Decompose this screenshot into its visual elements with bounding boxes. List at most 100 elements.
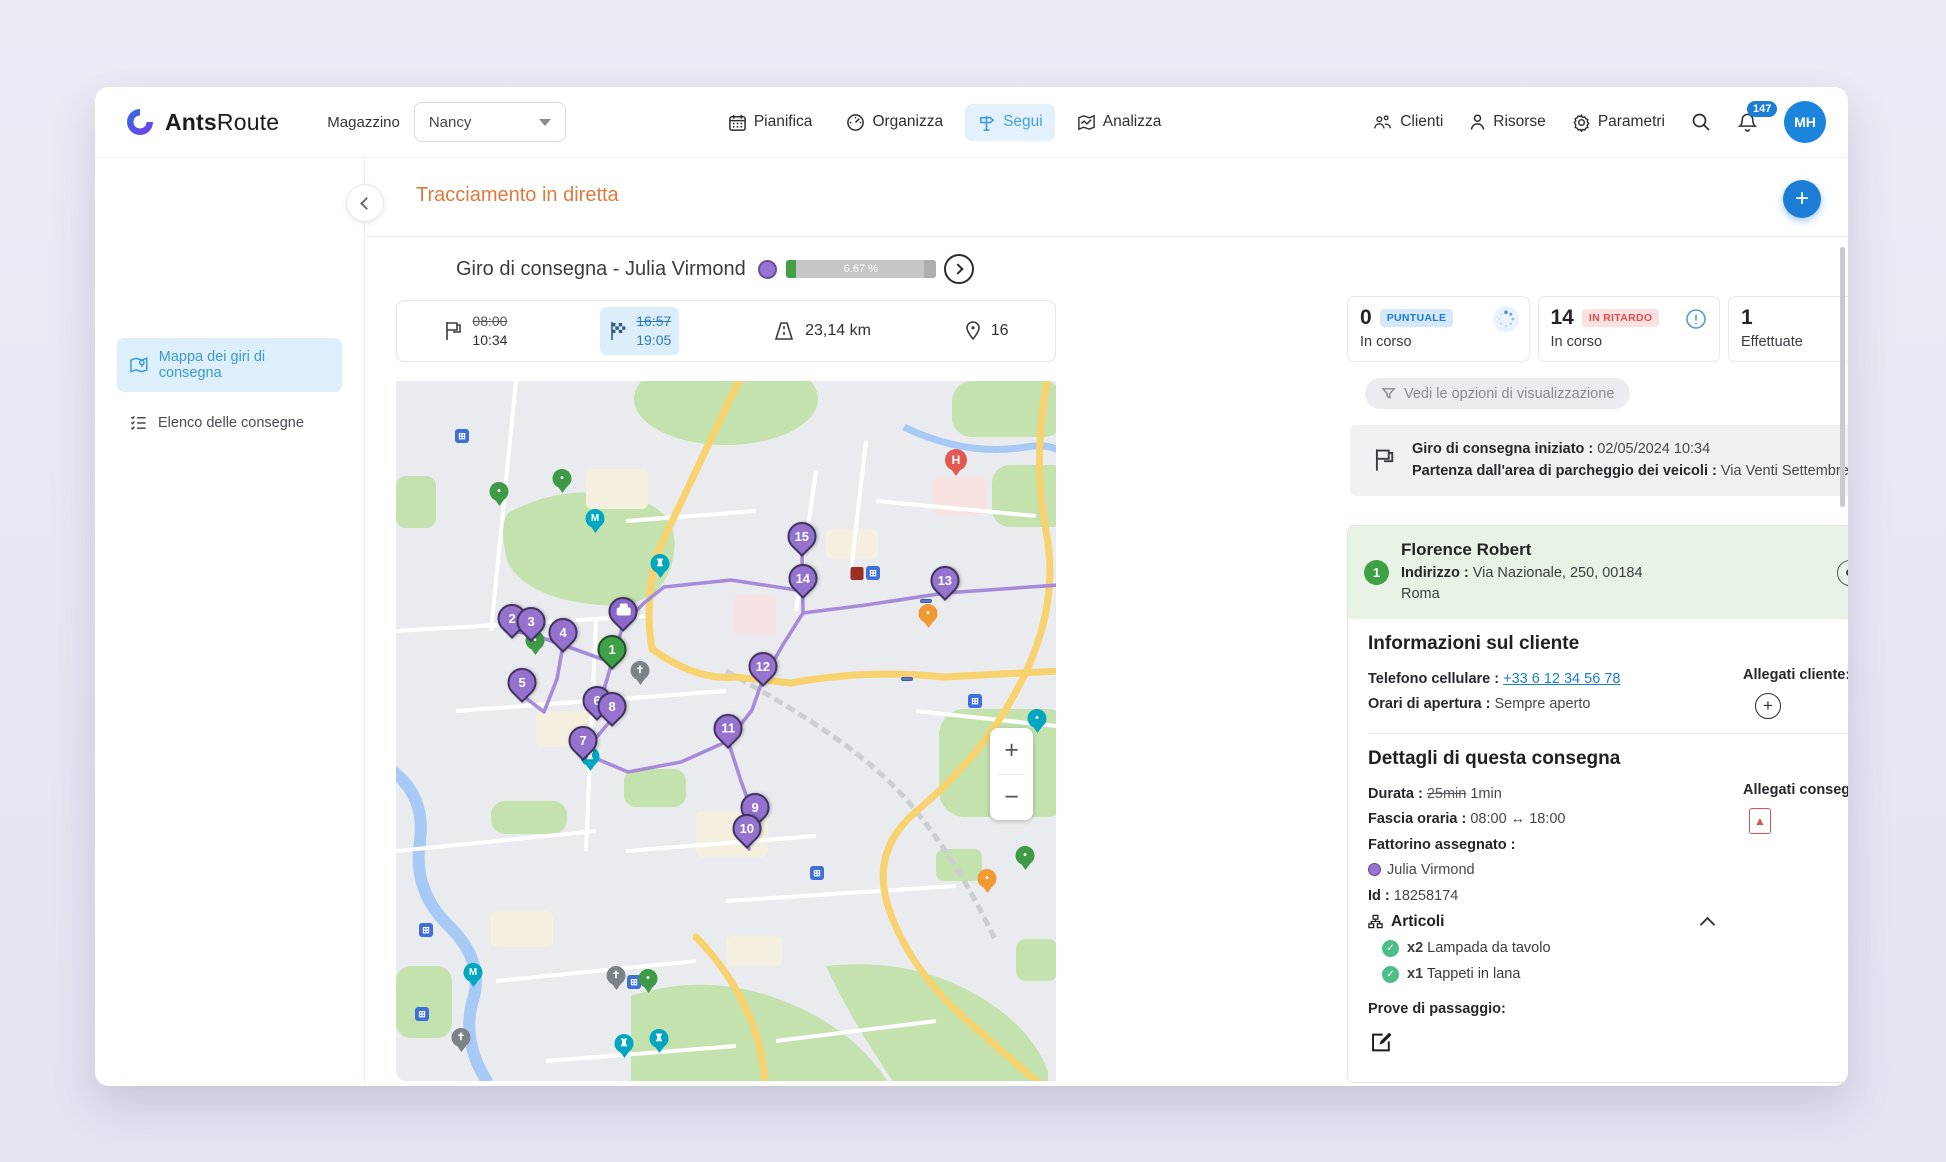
notification-count-badge: 147 <box>1747 101 1777 117</box>
nav-item-pianifica[interactable]: Pianifica <box>716 104 825 141</box>
proof-label: Prove di passaggio: <box>1368 1001 1848 1017</box>
main-panel: Tracciamento in diretta + Giro di conseg… <box>365 158 1848 1086</box>
delivery-detail-card: 1 Florence Robert Indirizzo : Via Nazion… <box>1347 525 1848 1083</box>
start-time-cell: 08:0010:34 <box>443 312 507 350</box>
sidebar-item-map[interactable]: Mappa dei giri di consegna <box>117 338 342 392</box>
depot-select[interactable]: Nancy <box>414 102 566 142</box>
zoom-in-button[interactable]: + <box>990 728 1033 774</box>
stop-marker[interactable]: 3 <box>517 607 546 636</box>
window-scrollbar[interactable] <box>1840 247 1845 507</box>
status-cards: 0PUNTUALE In corso 14IN RITARDO In corso… <box>1347 296 1848 362</box>
map-poi-icon: M <box>464 963 483 987</box>
items-icon <box>1368 914 1383 929</box>
view-options-button[interactable]: Vedi le opzioni di visualizzazione <box>1365 378 1630 409</box>
depot-select-value: Nancy <box>429 114 472 131</box>
notifications-button[interactable]: 147 <box>1737 111 1758 133</box>
pdf-attachment-icon[interactable]: ▲ <box>1749 808 1771 834</box>
customer-name: Florence Robert <box>1401 540 1825 560</box>
nav-item-analizza[interactable]: Analizza <box>1065 104 1174 141</box>
status-badge: IN RITARDO <box>1582 309 1659 327</box>
person-icon <box>1469 113 1486 131</box>
search-button[interactable] <box>1691 112 1711 132</box>
add-attachment-button[interactable]: + <box>1755 693 1781 719</box>
start-flag-icon <box>443 320 463 342</box>
app-window: AntsRoute Magazzino Nancy Pianifica Orga… <box>95 87 1848 1086</box>
map-poi-icon: ✝ <box>631 661 650 685</box>
avatar[interactable]: MH <box>1784 101 1826 143</box>
zoom-out-button[interactable]: − <box>990 775 1033 821</box>
map-poi-icon: • <box>919 604 938 628</box>
add-button[interactable]: + <box>1783 180 1821 218</box>
collapse-sidebar-button[interactable] <box>346 184 384 222</box>
map-poi-icon: ⊞ <box>810 866 824 880</box>
stop-marker[interactable]: 11 <box>714 714 743 743</box>
map-poi-icon: • <box>639 969 658 993</box>
stop-marker[interactable]: 8 <box>598 692 627 721</box>
start-flag-icon <box>1372 447 1396 473</box>
progress-label: 6.67 % <box>786 260 936 278</box>
signature-icon[interactable] <box>1368 1029 1398 1061</box>
map-zoom-control: + − <box>990 728 1033 820</box>
gauge-icon <box>846 113 865 132</box>
delivery-map[interactable]: ⊞••M♜H⊞•✝••⊞♜⊞⊞⊞⊞••M✝•✝♜♜ 23456879101112… <box>396 381 1056 1081</box>
clients-icon <box>1373 113 1393 131</box>
road-shield <box>901 677 913 681</box>
nav-item-clienti[interactable]: Clienti <box>1373 113 1443 131</box>
map-poi-icon: • <box>553 469 572 493</box>
client-info-heading: Informazioni sul cliente <box>1368 633 1848 655</box>
item-check-icon: ✓ <box>1382 940 1399 957</box>
stop-marker[interactable]: 10 <box>733 814 762 843</box>
locate-stop-icon[interactable] <box>1837 560 1848 586</box>
spinner-icon <box>1493 306 1519 332</box>
nav-item-organizza[interactable]: Organizza <box>834 104 955 141</box>
finish-flag-icon <box>608 320 628 342</box>
end-time-cell: 16:5719:05 <box>600 307 679 355</box>
chevron-down-icon <box>539 119 551 126</box>
delivery-header[interactable]: 1 Florence Robert Indirizzo : Via Nazion… <box>1348 526 1848 619</box>
phone-link[interactable]: +33 6 12 34 56 78 <box>1503 671 1620 687</box>
stop-marker[interactable]: 12 <box>749 652 778 681</box>
nav-item-parametri[interactable]: Parametri <box>1572 113 1665 132</box>
stat-card-puntuale: 0PUNTUALE In corso <box>1347 296 1530 362</box>
driver-color-dot <box>758 260 777 279</box>
sidebar: Mappa dei giri di consegna Elenco delle … <box>95 158 365 1086</box>
filter-icon <box>1381 386 1396 401</box>
stop-marker[interactable]: 14 <box>789 564 818 593</box>
stop-marker[interactable]: 1 <box>598 635 627 664</box>
stop-marker[interactable]: 4 <box>549 618 578 647</box>
map-poi-icon: • <box>1016 846 1035 870</box>
map-poi-icon: ♜ <box>650 1029 669 1053</box>
stop-marker[interactable]: 7 <box>569 726 598 755</box>
stop-marker[interactable]: 13 <box>931 566 960 595</box>
stat-card-ritardo: 14IN RITARDO In corso <box>1538 296 1721 362</box>
stop-marker[interactable]: 15 <box>788 522 817 551</box>
info-icon <box>1683 306 1709 332</box>
antsroute-logo-icon <box>123 105 157 139</box>
chevron-left-icon <box>360 197 373 210</box>
map-poi-icon: ⊞ <box>455 429 469 443</box>
map-chart-icon <box>1077 113 1096 132</box>
nav-utilities: Clienti Risorse Parametri 147 MH <box>1373 101 1826 143</box>
articoli-list: ✓ x2 Lampada da tavolo ✓ x1 Tappeti in l… <box>1368 940 1848 983</box>
stop-marker[interactable] <box>609 597 638 626</box>
route-header: Giro di consegna - Julia Virmond 6.67 % <box>396 247 1056 291</box>
section-divider <box>1368 733 1848 734</box>
brand-logo[interactable]: AntsRoute <box>123 105 279 139</box>
nav-menu: Pianifica Organizza Segui Analizza <box>716 104 1174 141</box>
route-start-infobox: Giro di consegna iniziato : 02/05/2024 1… <box>1350 425 1848 496</box>
sidebar-item-list[interactable]: Elenco delle consegne <box>117 402 342 443</box>
top-navbar: AntsRoute Magazzino Nancy Pianifica Orga… <box>95 87 1848 158</box>
next-route-button[interactable] <box>944 254 974 284</box>
collapse-items-button[interactable] <box>1700 917 1716 933</box>
map-poi-icon: H <box>945 449 967 476</box>
nav-item-segui[interactable]: Segui <box>965 104 1055 141</box>
status-badge: PUNTUALE <box>1380 309 1454 327</box>
distance-cell: 23,14 km <box>772 320 871 342</box>
context-label: Magazzino <box>327 114 400 131</box>
articolo-item: ✓ x2 Lampada da tavolo <box>1382 940 1848 957</box>
map-poi-icon: ⊞ <box>866 566 880 580</box>
stop-marker[interactable]: 5 <box>508 668 537 697</box>
desktop-background: AntsRoute Magazzino Nancy Pianifica Orga… <box>0 0 1946 1162</box>
nav-item-risorse[interactable]: Risorse <box>1469 113 1546 131</box>
map-poi-icon: ✝ <box>452 1028 471 1052</box>
